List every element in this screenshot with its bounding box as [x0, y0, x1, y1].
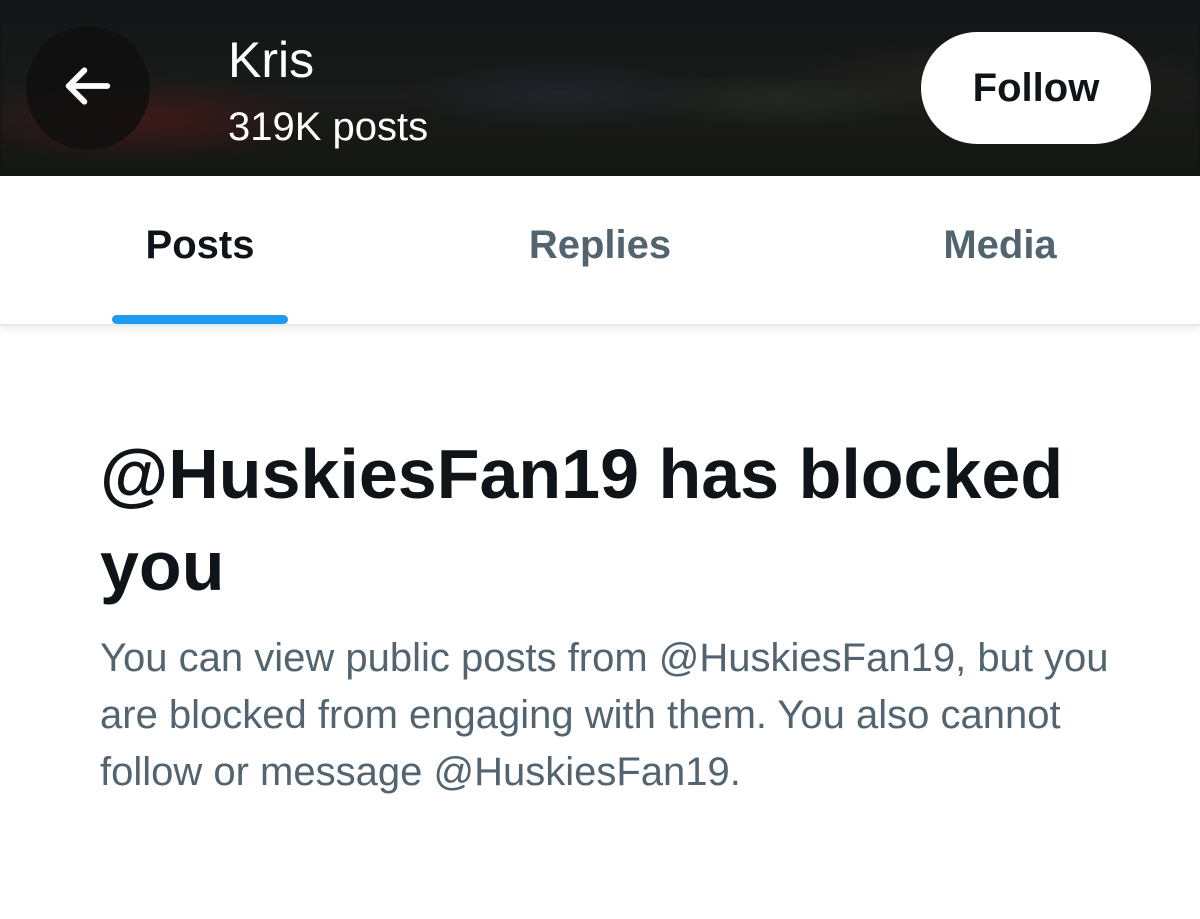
- arrow-left-icon: [59, 57, 117, 120]
- profile-info: Kris 319K posts: [228, 30, 428, 152]
- back-button[interactable]: [26, 26, 150, 150]
- blocked-description: You can view public posts from @HuskiesF…: [100, 636, 1109, 794]
- post-count: 319K posts: [228, 105, 429, 149]
- blocked-notice: @HuskiesFan19 has blocked you You can vi…: [100, 428, 1110, 801]
- profile-header: Kris 319K posts Follow: [0, 0, 1200, 176]
- blocked-title: @HuskiesFan19 has blocked you: [100, 435, 1064, 605]
- profile-tabs: Posts Replies Media: [0, 176, 1200, 326]
- tab-label: Replies: [528, 222, 672, 267]
- tab-label: Posts: [145, 222, 255, 267]
- active-tab-indicator: [112, 315, 288, 324]
- tab-posts[interactable]: Posts: [0, 176, 400, 324]
- follow-button[interactable]: Follow: [921, 32, 1151, 144]
- tab-media[interactable]: Media: [800, 176, 1200, 324]
- profile-name: Kris: [228, 32, 315, 88]
- tab-label: Media: [943, 222, 1057, 267]
- tab-replies[interactable]: Replies: [400, 176, 800, 324]
